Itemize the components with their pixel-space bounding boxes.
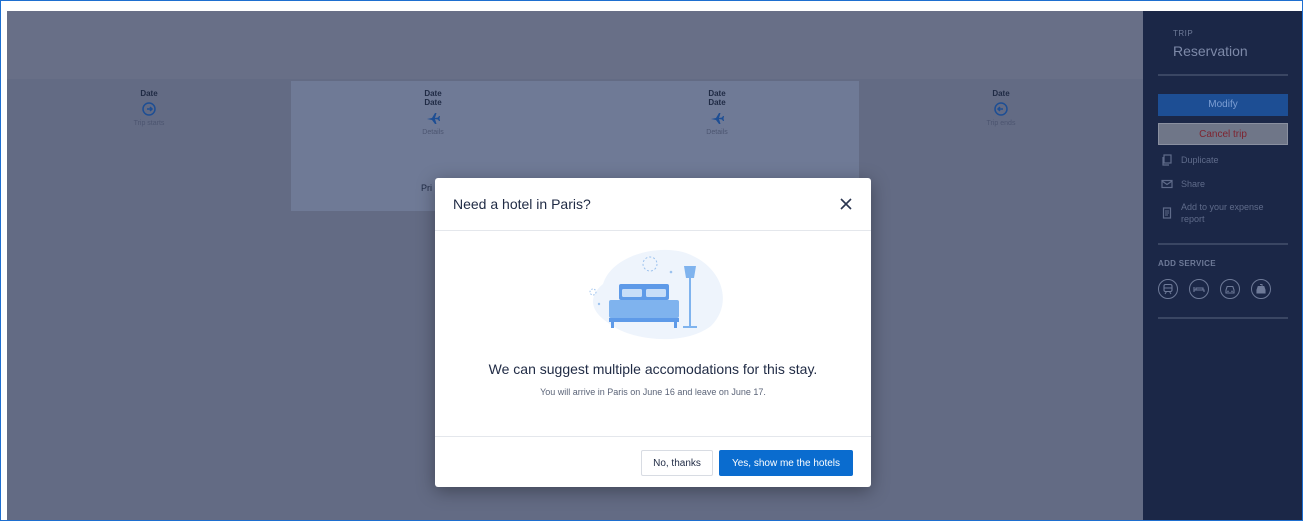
step-label: Details [422,129,444,136]
duplicate-action[interactable]: Duplicate [1161,154,1219,166]
duplicate-icon [1162,154,1172,166]
modal-subtext: You will arrive in Paris on June 16 and … [540,387,766,397]
divider [1158,74,1288,76]
hotel-icon [1193,287,1205,292]
expense-report-action[interactable]: Add to your expense report [1161,201,1286,225]
receipt-icon [1162,207,1172,219]
modal-heading: We can suggest multiple accomodations fo… [488,361,818,377]
show-hotels-button[interactable]: Yes, show me the hotels [719,450,853,476]
cancel-trip-button[interactable]: Cancel trip [1158,123,1288,145]
expense-report-label: Add to your expense report [1181,202,1264,224]
divider [1158,317,1288,319]
mail-icon [1161,179,1173,189]
step-label: Trip starts [133,120,165,127]
no-thanks-button[interactable]: No, thanks [641,450,713,476]
add-train-button[interactable] [1158,279,1178,299]
step-date: Date [424,89,442,98]
app-frame: Date Trip starts Date Date Details Pri D… [0,0,1303,521]
close-button[interactable] [837,195,855,213]
train-icon [1163,283,1173,295]
trip-start-icon [142,102,156,116]
add-hotel-button[interactable] [1189,279,1209,299]
step-label: Details [706,129,728,136]
divider [1158,243,1288,245]
share-action[interactable]: Share [1161,178,1205,190]
timeline-step-start[interactable]: Date Trip starts [7,89,291,219]
hotel-suggestion-modal: Need a hotel in Paris? We can suggest mu… [435,178,871,487]
price-label: Pri [421,183,432,193]
car-icon [1225,285,1235,294]
duplicate-label: Duplicate [1181,155,1219,165]
modal-footer: No, thanks Yes, show me the hotels [435,436,871,487]
main-header [7,11,1143,79]
flight-icon [711,113,724,124]
modal-header: Need a hotel in Paris? [435,178,871,231]
flight-icon [427,113,440,124]
sidebar-title: Reservation [1173,43,1248,59]
sidebar-kicker: TRIP [1173,29,1194,38]
modal-title: Need a hotel in Paris? [453,196,591,212]
share-label: Share [1181,179,1206,189]
service-buttons [1158,279,1271,299]
add-taxi-button[interactable] [1251,279,1271,299]
timeline-step-end[interactable]: Date Trip ends [859,89,1143,219]
trip-end-icon [994,102,1008,116]
step-date: Date [992,89,1010,98]
step-label: Trip ends [986,120,1016,127]
taxi-icon [1256,284,1266,294]
step-date: Date [140,89,158,98]
hotel-bed-illustration [589,249,723,340]
trip-sidebar: TRIP Reservation Modify Cancel trip Dupl… [1143,11,1302,520]
add-car-button[interactable] [1220,279,1240,299]
close-icon [840,198,852,210]
step-date: Date [708,98,726,107]
add-service-title: ADD SERVICE [1158,259,1216,268]
modify-button[interactable]: Modify [1158,94,1288,116]
step-date: Date [424,98,442,107]
step-date: Date [708,89,726,98]
